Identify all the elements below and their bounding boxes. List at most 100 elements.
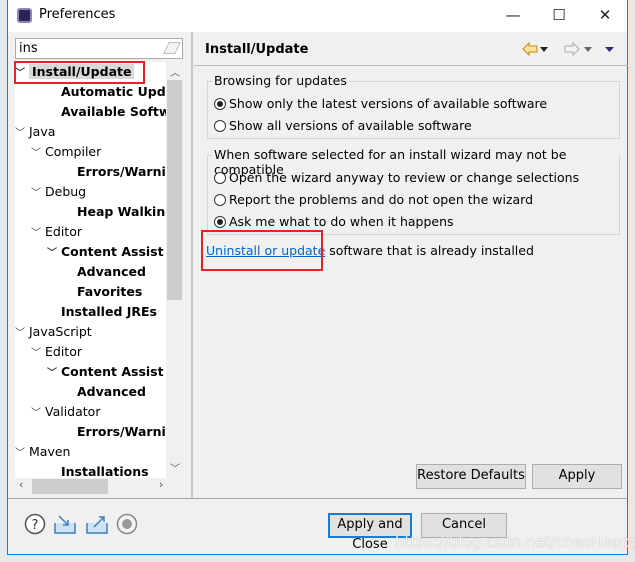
radio-icon [214, 98, 226, 110]
forward-arrow-icon[interactable] [564, 42, 580, 56]
tree-item[interactable]: ﹀ Compiler [31, 142, 101, 162]
tree-item[interactable]: Automatic Updates [61, 82, 183, 102]
radio-icon [214, 172, 226, 184]
apply-button[interactable]: Apply [532, 464, 622, 489]
hscroll-thumb[interactable] [32, 479, 108, 494]
chevron-down-icon[interactable]: ﹀ [15, 324, 29, 344]
radio-icon [214, 194, 226, 206]
forward-menu-icon[interactable] [584, 47, 592, 52]
clear-filter-icon[interactable] [163, 42, 181, 54]
chevron-down-icon[interactable]: ﹀ [31, 144, 45, 164]
record-icon[interactable] [116, 513, 138, 535]
tree-item[interactable]: ﹀ JavaScript [15, 322, 92, 342]
pane-divider[interactable] [191, 32, 193, 498]
chevron-down-icon[interactable]: ﹀ [47, 244, 61, 264]
tree-item[interactable]: Advanced [77, 262, 146, 282]
scroll-up-icon[interactable]: ︿ [170, 64, 180, 79]
tree-item-label: Favorites [77, 284, 143, 299]
tree-item-label: Java [29, 124, 56, 139]
option-label: Report the problems and do not open the … [229, 192, 534, 207]
tree-item-label: Compiler [45, 144, 102, 159]
page-title: Install/Update [205, 42, 309, 57]
tree-item[interactable]: ﹀ Java [15, 122, 55, 142]
tree-item-label: Advanced [77, 384, 146, 399]
close-button[interactable]: ✕ [595, 5, 615, 25]
radio-open-wizard[interactable]: Open the wizard anyway to review or chan… [214, 168, 579, 188]
radio-ask-me[interactable]: Ask me what to do when it happens [214, 212, 454, 232]
highlight-box-install-update [14, 61, 145, 84]
import-icon[interactable] [53, 513, 77, 535]
back-arrow-icon[interactable] [522, 42, 538, 56]
watermark: https://blog.csdn.net/chaoHappy [395, 533, 635, 551]
scroll-down-icon[interactable]: ﹀ [170, 460, 180, 475]
tree-item[interactable]: Heap Walking [77, 202, 174, 222]
tree-item[interactable]: Available Software [61, 102, 183, 122]
tree-item-label: Installations [61, 464, 149, 478]
option-label: Show all versions of available software [229, 118, 472, 133]
tree-item[interactable]: ﹀ Editor [31, 222, 82, 242]
chevron-down-icon[interactable]: ﹀ [15, 124, 29, 144]
view-menu-icon[interactable] [605, 47, 614, 52]
radio-all-versions[interactable]: Show all versions of available software [214, 116, 472, 136]
option-label: Show only the latest versions of availab… [229, 96, 548, 111]
tree-item-label: Debug [45, 184, 87, 199]
preference-tree: ﹀ Install/Update Automatic Updates Availabl… [15, 62, 183, 478]
filter-input[interactable]: ins [15, 38, 183, 59]
chevron-down-icon[interactable]: ﹀ [31, 404, 45, 424]
scroll-right-icon[interactable]: › [159, 478, 163, 491]
tree-item-label: Maven [29, 444, 71, 459]
radio-icon [214, 120, 226, 132]
compat-group: When software selected for an install wi… [207, 147, 620, 235]
tree-item[interactable]: Advanced [77, 382, 146, 402]
chevron-down-icon[interactable]: ﹀ [31, 344, 45, 364]
scroll-left-icon[interactable]: ‹ [19, 478, 23, 491]
filter-value: ins [19, 41, 38, 56]
radio-icon [214, 216, 226, 228]
back-menu-icon[interactable] [540, 47, 548, 52]
chevron-down-icon[interactable]: ﹀ [15, 444, 29, 464]
tree-item[interactable]: ﹀ Maven [15, 442, 70, 462]
browsing-group: Browsing for updates Show only the lates… [207, 73, 620, 139]
radio-latest-versions[interactable]: Show only the latest versions of availab… [214, 94, 547, 114]
tree-item-label: Advanced [77, 264, 146, 279]
tree-item-label: Available Software [61, 104, 183, 119]
scroll-thumb[interactable] [167, 80, 182, 300]
restore-defaults-button[interactable]: Restore Defaults [416, 464, 526, 489]
tree-item-label: Content Assist [61, 364, 164, 379]
chevron-down-icon[interactable]: ﹀ [47, 364, 61, 384]
tree-horizontal-scrollbar[interactable]: ‹ › [15, 478, 183, 495]
help-icon[interactable]: ? [24, 513, 46, 535]
title-bar: Preferences — ☐ ✕ [8, 0, 627, 32]
tree-item-label: JavaScript [29, 324, 92, 339]
footer-separator [8, 498, 627, 499]
tree-item[interactable]: ﹀ Content Assist [47, 242, 164, 262]
maximize-button[interactable]: ☐ [549, 5, 569, 25]
tree-item[interactable]: Installations [61, 462, 149, 478]
highlight-box-uninstall-link [201, 230, 323, 271]
tree-item[interactable]: ﹀ Debug [31, 182, 86, 202]
minimize-button[interactable]: — [503, 5, 523, 25]
tree-item-label: Validator [45, 404, 101, 419]
tree-vertical-scrollbar[interactable]: ︿ ﹀ [166, 62, 183, 478]
tree-item[interactable]: ﹀ Editor [31, 342, 82, 362]
tree-item-label: Editor [45, 224, 82, 239]
tree-item[interactable]: ﹀ Content Assist [47, 362, 164, 382]
tree-item-label: Installed JREs [61, 304, 158, 319]
eclipse-icon [17, 8, 32, 23]
window-title: Preferences [39, 7, 116, 22]
tree-item[interactable]: Favorites [77, 282, 142, 302]
export-icon[interactable] [85, 513, 109, 535]
option-label: Ask me what to do when it happens [229, 214, 454, 229]
tree-item-label: Editor [45, 344, 82, 359]
radio-report-problems[interactable]: Report the problems and do not open the … [214, 190, 533, 210]
svg-text:?: ? [32, 518, 39, 533]
tree-item-label: Automatic Updates [61, 84, 183, 99]
link-suffix: software that is already installed [325, 243, 534, 258]
tree-item[interactable]: ﹀ Validator [31, 402, 100, 422]
tree-item-label: Heap Walking [77, 204, 175, 219]
browsing-label: Browsing for updates [212, 73, 349, 88]
chevron-down-icon[interactable]: ﹀ [31, 184, 45, 204]
chevron-down-icon[interactable]: ﹀ [31, 224, 45, 244]
tree-item[interactable]: Installed JREs [61, 302, 157, 322]
header-separator [194, 65, 628, 66]
